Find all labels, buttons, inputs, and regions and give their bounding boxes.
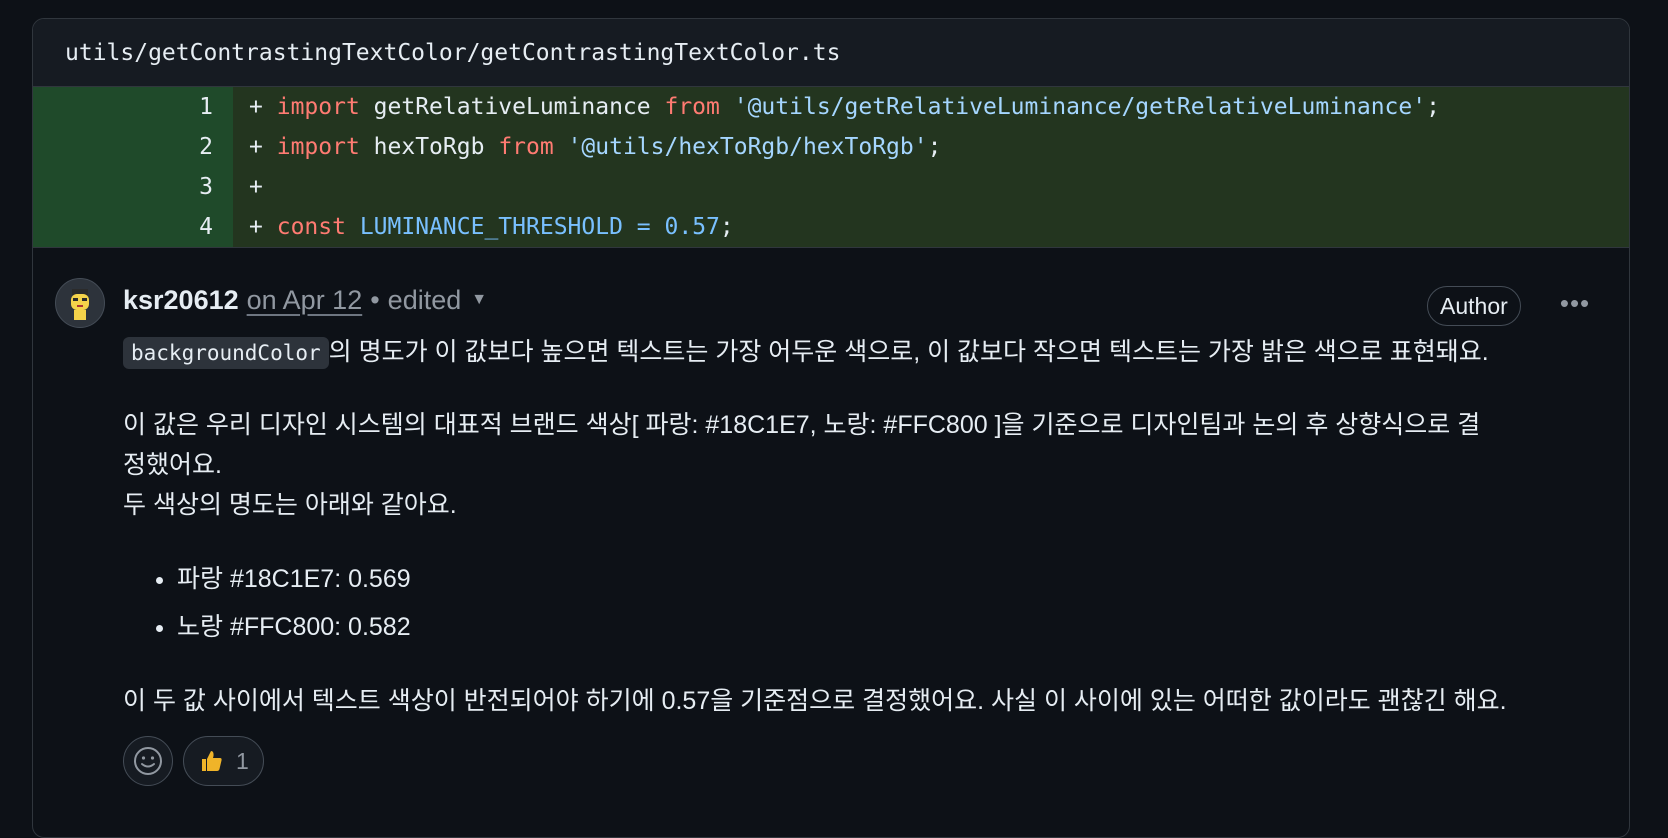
reactions-bar: 1 [123,736,264,786]
file-path[interactable]: utils/getContrastingTextColor/getContras… [65,40,840,66]
luminance-list: 파랑 #18C1E7: 0.569 노랑 #FFC800: 0.582 [123,555,1623,651]
comment: ksr20612 on Apr 12 • edited ▼ Author •••… [33,248,1629,837]
separator-dot: • [370,284,380,315]
avatar[interactable] [55,278,105,328]
list-item: 노랑 #FFC800: 0.582 [177,603,1623,651]
comment-header: ksr20612 on Apr 12 • edited ▼ [123,280,487,320]
line-number[interactable]: 4 [33,207,233,247]
code-line: + [249,174,263,200]
add-reaction-button[interactable] [123,736,173,786]
thumbs-up-reaction[interactable]: 1 [183,736,264,786]
list-item: 파랑 #18C1E7: 0.569 [177,555,1623,603]
file-path-header[interactable]: utils/getContrastingTextColor/getContras… [33,19,1629,87]
comment-date[interactable]: on Apr 12 [247,285,363,316]
smiley-icon [134,747,162,775]
chevron-down-icon[interactable]: ▼ [471,291,487,309]
paragraph: backgroundColor 의 명도가 이 값보다 높으면 텍스트는 가장 어… [123,332,1623,373]
thumbs-up-icon [202,751,222,771]
diff-line[interactable]: 2 + import hexToRgb from '@utils/hexToRg… [33,127,1629,167]
reaction-count: 1 [236,747,249,774]
author-badge: Author [1427,286,1521,326]
code-line: + const LUMINANCE_THRESHOLD = 0.57; [249,214,734,240]
author-name[interactable]: ksr20612 [123,285,239,316]
diff-line[interactable]: 3 + [33,167,1629,207]
avatar-face-icon [71,289,89,320]
inline-code: backgroundColor [123,337,329,369]
diff-line[interactable]: 4 + const LUMINANCE_THRESHOLD = 0.57; [33,207,1629,247]
edited-label[interactable]: edited [388,285,462,316]
more-options-icon[interactable]: ••• [1555,286,1595,326]
code-line: + import getRelativeLuminance from '@uti… [249,94,1440,120]
comment-body: backgroundColor 의 명도가 이 값보다 높으면 텍스트는 가장 어… [123,332,1623,721]
line-number[interactable]: 3 [33,167,233,207]
review-comment-card: utils/getContrastingTextColor/getContras… [32,18,1630,838]
line-number[interactable]: 2 [33,127,233,167]
code-line: + import hexToRgb from '@utils/hexToRgb/… [249,134,942,160]
line-number[interactable]: 1 [33,87,233,127]
paragraph: 이 두 값 사이에서 텍스트 색상이 반전되어야 하기에 0.57을 기준점으로… [123,687,1507,715]
diff-hunk: 1 + import getRelativeLuminance from '@u… [33,87,1629,248]
paragraph: 이 값은 우리 디자인 시스템의 대표적 브랜드 색상[ 파랑: #18C1E7… [123,411,1481,519]
diff-line[interactable]: 1 + import getRelativeLuminance from '@u… [33,87,1629,127]
